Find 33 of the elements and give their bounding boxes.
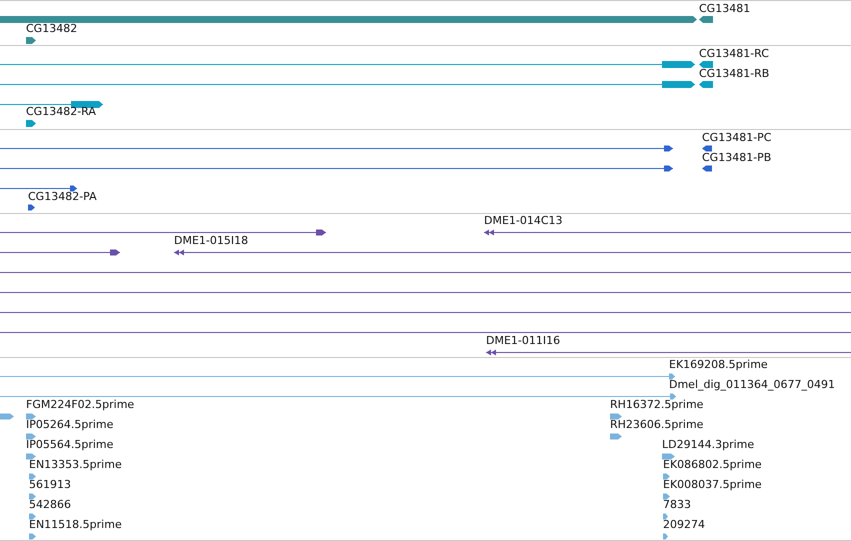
feature-label: 209274 xyxy=(663,518,705,532)
feature-label: CG13481 xyxy=(699,2,750,16)
feature-label: Dmel_dig_011364_0677_0491 xyxy=(669,378,836,392)
feature-arrow[interactable] xyxy=(484,230,851,236)
feature-label: DME1-015I18 xyxy=(174,234,248,248)
feature-arrow[interactable] xyxy=(486,350,851,356)
feature-arrow[interactable] xyxy=(0,230,326,236)
feature-label: CG13481-PC xyxy=(702,131,772,145)
feature-label: IP05564.5prime xyxy=(26,438,114,452)
feature-label: EK169208.5prime xyxy=(669,358,768,372)
feature-label: IP05264.5prime xyxy=(26,418,114,432)
feature-label: CG13481-RB xyxy=(699,67,770,81)
feature-label: CG13482 xyxy=(26,22,78,36)
feature-label: CG13482-PA xyxy=(28,190,97,204)
feature-label: CG13481-PB xyxy=(702,151,772,165)
feature-label: CG13481-RC xyxy=(699,47,769,61)
feature-label: EK008037.5prime xyxy=(663,478,762,492)
feature-label: EN11518.5prime xyxy=(29,518,122,532)
feature-label: 561913 xyxy=(29,478,71,492)
feature-label: RH23606.5prime xyxy=(610,418,704,432)
feature-label: CG13482-RA xyxy=(26,105,96,119)
feature-label: FGM224F02.5prime xyxy=(26,398,134,412)
feature-label: DME1-011I16 xyxy=(486,334,560,348)
feature-label: LD29144.3prime xyxy=(662,438,754,452)
feature-label: EK086802.5prime xyxy=(663,458,762,472)
feature-label: DME1-014C13 xyxy=(484,214,563,228)
feature-arrow[interactable] xyxy=(174,250,851,256)
feature-arrow[interactable] xyxy=(0,250,120,256)
feature-label: EN13353.5prime xyxy=(29,458,122,472)
feature-arrow[interactable] xyxy=(0,101,104,108)
feature-label: 7833 xyxy=(663,498,691,512)
feature-label: RH16372.5prime xyxy=(610,398,704,412)
feature-label: 542866 xyxy=(29,498,71,512)
